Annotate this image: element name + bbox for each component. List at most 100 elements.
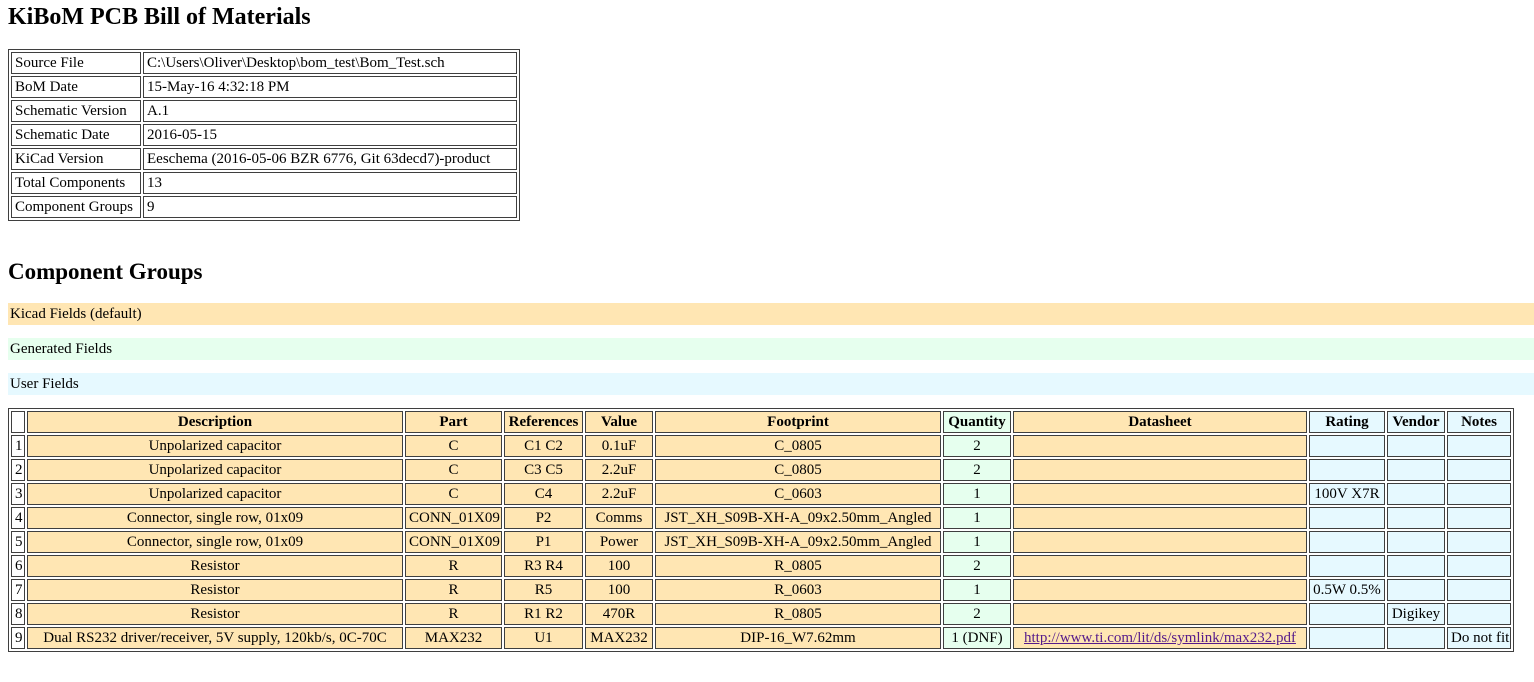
header-cell-part: Part <box>405 411 502 433</box>
cell-rating <box>1309 603 1385 625</box>
cell-datasheet <box>1013 531 1307 553</box>
cell-value: 100 <box>585 555 653 577</box>
cell-part: R <box>405 579 502 601</box>
cell-rating <box>1309 435 1385 457</box>
info-value: 9 <box>143 196 517 218</box>
cell-description: Resistor <box>27 579 403 601</box>
cell-rating <box>1309 555 1385 577</box>
info-value: C:\Users\Oliver\Desktop\bom_test\Bom_Tes… <box>143 52 517 74</box>
cell-datasheet <box>1013 507 1307 529</box>
info-value: 2016-05-15 <box>143 124 517 146</box>
cell-description: Unpolarized capacitor <box>27 483 403 505</box>
bom-row: 2 Unpolarized capacitor C C3 C5 2.2uF C_… <box>11 459 1511 481</box>
cell-rownum: 1 <box>11 435 25 457</box>
cell-description: Unpolarized capacitor <box>27 435 403 457</box>
page-title: KiBoM PCB Bill of Materials <box>8 4 1534 31</box>
legend-user-fields: User Fields <box>8 373 1534 395</box>
info-table: Source File C:\Users\Oliver\Desktop\bom_… <box>8 49 520 221</box>
cell-description: Resistor <box>27 603 403 625</box>
info-row: Schematic Date 2016-05-15 <box>11 124 517 146</box>
cell-quantity: 1 <box>943 507 1011 529</box>
header-cell-description: Description <box>27 411 403 433</box>
cell-part: CONN_01X09 <box>405 507 502 529</box>
cell-quantity: 2 <box>943 459 1011 481</box>
header-cell-rating: Rating <box>1309 411 1385 433</box>
info-row: Component Groups 9 <box>11 196 517 218</box>
cell-references: R3 R4 <box>504 555 583 577</box>
cell-datasheet <box>1013 579 1307 601</box>
cell-quantity: 1 <box>943 579 1011 601</box>
cell-part: MAX232 <box>405 627 502 649</box>
cell-references: C3 C5 <box>504 459 583 481</box>
header-cell-footprint: Footprint <box>655 411 941 433</box>
cell-references: P2 <box>504 507 583 529</box>
header-cell-datasheet: Datasheet <box>1013 411 1307 433</box>
cell-datasheet <box>1013 459 1307 481</box>
cell-quantity: 1 (DNF) <box>943 627 1011 649</box>
cell-footprint: R_0805 <box>655 603 941 625</box>
cell-part: C <box>405 483 502 505</box>
header-cell-notes: Notes <box>1447 411 1511 433</box>
bom-row: 3 Unpolarized capacitor C C4 2.2uF C_060… <box>11 483 1511 505</box>
cell-value: MAX232 <box>585 627 653 649</box>
cell-notes <box>1447 555 1511 577</box>
bom-row: 1 Unpolarized capacitor C C1 C2 0.1uF C_… <box>11 435 1511 457</box>
cell-value: 100 <box>585 579 653 601</box>
info-value: 15-May-16 4:32:18 PM <box>143 76 517 98</box>
cell-vendor <box>1387 579 1445 601</box>
bom-row: 7 Resistor R R5 100 R_0603 1 0.5W 0.5% <box>11 579 1511 601</box>
cell-part: C <box>405 435 502 457</box>
bom-row: 9 Dual RS232 driver/receiver, 5V supply,… <box>11 627 1511 649</box>
info-label: BoM Date <box>11 76 141 98</box>
cell-footprint: C_0805 <box>655 435 941 457</box>
cell-value: 470R <box>585 603 653 625</box>
cell-footprint: JST_XH_S09B-XH-A_09x2.50mm_Angled <box>655 507 941 529</box>
cell-rownum: 2 <box>11 459 25 481</box>
cell-description: Connector, single row, 01x09 <box>27 531 403 553</box>
info-label: Component Groups <box>11 196 141 218</box>
cell-datasheet <box>1013 483 1307 505</box>
cell-notes <box>1447 603 1511 625</box>
cell-description: Unpolarized capacitor <box>27 459 403 481</box>
cell-quantity: 2 <box>943 555 1011 577</box>
cell-notes <box>1447 579 1511 601</box>
cell-vendor: Digikey <box>1387 603 1445 625</box>
header-cell-references: References <box>504 411 583 433</box>
info-row: Source File C:\Users\Oliver\Desktop\bom_… <box>11 52 517 74</box>
info-label: Source File <box>11 52 141 74</box>
cell-description: Resistor <box>27 555 403 577</box>
cell-datasheet <box>1013 603 1307 625</box>
legend-kicad-fields: Kicad Fields (default) <box>8 303 1534 325</box>
cell-references: C4 <box>504 483 583 505</box>
cell-value: 0.1uF <box>585 435 653 457</box>
cell-datasheet: http://www.ti.com/lit/ds/symlink/max232.… <box>1013 627 1307 649</box>
cell-rating <box>1309 531 1385 553</box>
cell-value: Power <box>585 531 653 553</box>
cell-vendor <box>1387 435 1445 457</box>
cell-notes: Do not fit <box>1447 627 1511 649</box>
cell-rownum: 9 <box>11 627 25 649</box>
cell-value: 2.2uF <box>585 483 653 505</box>
cell-references: R5 <box>504 579 583 601</box>
cell-references: U1 <box>504 627 583 649</box>
section-title-component-groups: Component Groups <box>8 259 1534 285</box>
info-row: Schematic Version A.1 <box>11 100 517 122</box>
cell-quantity: 2 <box>943 603 1011 625</box>
header-cell-vendor: Vendor <box>1387 411 1445 433</box>
info-row: KiCad Version Eeschema (2016-05-06 BZR 6… <box>11 148 517 170</box>
legend-generated-fields: Generated Fields <box>8 338 1534 360</box>
cell-rating: 0.5W 0.5% <box>1309 579 1385 601</box>
datasheet-link[interactable]: http://www.ti.com/lit/ds/symlink/max232.… <box>1024 630 1296 646</box>
cell-part: C <box>405 459 502 481</box>
cell-rating <box>1309 627 1385 649</box>
cell-rownum: 3 <box>11 483 25 505</box>
info-value: A.1 <box>143 100 517 122</box>
cell-rownum: 7 <box>11 579 25 601</box>
bom-row: 4 Connector, single row, 01x09 CONN_01X0… <box>11 507 1511 529</box>
cell-footprint: JST_XH_S09B-XH-A_09x2.50mm_Angled <box>655 531 941 553</box>
info-label: KiCad Version <box>11 148 141 170</box>
cell-vendor <box>1387 555 1445 577</box>
info-label: Schematic Date <box>11 124 141 146</box>
cell-quantity: 2 <box>943 435 1011 457</box>
info-value: Eeschema (2016-05-06 BZR 6776, Git 63dec… <box>143 148 517 170</box>
